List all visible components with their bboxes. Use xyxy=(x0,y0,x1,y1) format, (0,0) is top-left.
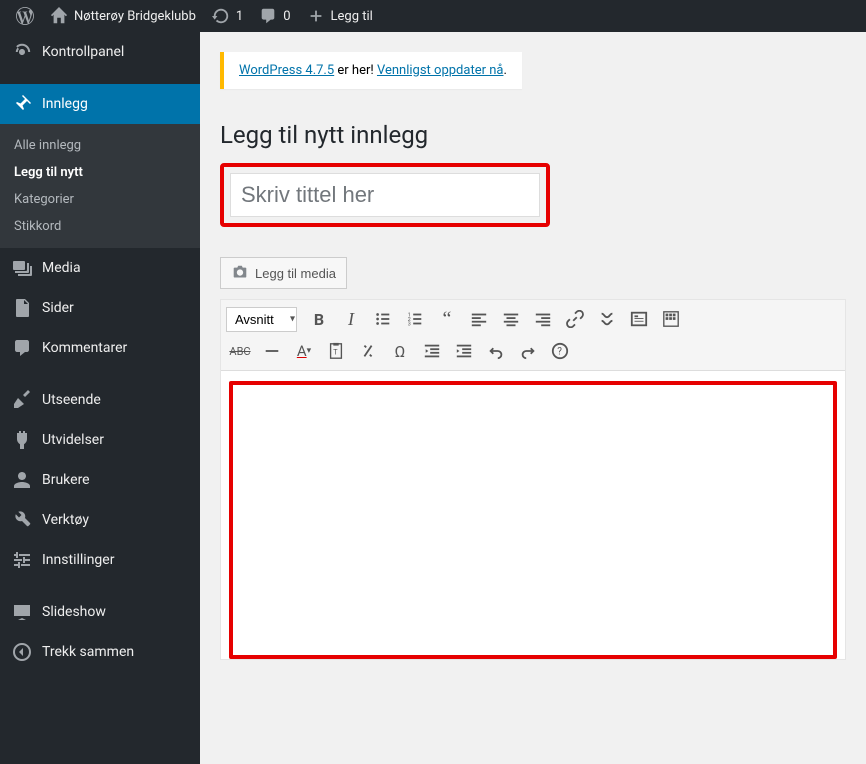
page-title: Legg til nytt innlegg xyxy=(220,121,846,149)
indent-button[interactable] xyxy=(449,336,479,366)
align-center-button[interactable] xyxy=(496,304,526,334)
bullet-list-button[interactable] xyxy=(368,304,398,334)
menu-plugins-label: Utvidelser xyxy=(42,432,104,448)
notice-period: . xyxy=(503,63,506,78)
specialchar-button[interactable]: Ω xyxy=(385,336,415,366)
sliders-icon xyxy=(12,550,32,570)
comments-count: 0 xyxy=(283,9,290,24)
menu-appearance[interactable]: Utseende xyxy=(0,380,200,420)
title-highlight-box xyxy=(220,163,550,227)
new-content[interactable]: Legg til xyxy=(299,0,381,32)
site-name: Nøtterøy Bridgeklubb xyxy=(74,9,196,24)
align-left-button[interactable] xyxy=(464,304,494,334)
menu-posts[interactable]: Innlegg xyxy=(0,84,200,124)
camera-icon xyxy=(231,264,249,282)
menu-dashboard[interactable]: Kontrollpanel xyxy=(0,32,200,72)
outdent-button[interactable] xyxy=(417,336,447,366)
submenu-all-posts[interactable]: Alle innlegg xyxy=(0,132,200,159)
post-title-input[interactable] xyxy=(230,173,540,217)
brush-icon xyxy=(12,390,32,410)
home-icon xyxy=(50,7,68,25)
strikethrough-button[interactable]: ABC xyxy=(225,336,255,366)
add-media-button[interactable]: Legg til media xyxy=(220,257,347,289)
undo-button[interactable] xyxy=(481,336,511,366)
comments[interactable]: 0 xyxy=(251,0,298,32)
textcolor-button[interactable]: A▾ xyxy=(289,336,319,366)
menu-plugins[interactable]: Utvidelser xyxy=(0,420,200,460)
menu-posts-label: Innlegg xyxy=(42,96,88,112)
page-icon xyxy=(12,298,32,318)
number-list-button[interactable]: 123 xyxy=(400,304,430,334)
slideshow-icon xyxy=(12,602,32,622)
menu-tools[interactable]: Verktøy xyxy=(0,500,200,540)
main-content: WordPress 4.7.5 er her! Vennligst oppdat… xyxy=(200,32,866,764)
menu-settings-label: Innstillinger xyxy=(42,552,114,568)
redo-button[interactable] xyxy=(513,336,543,366)
wordpress-icon xyxy=(16,7,34,25)
menu-slideshow[interactable]: Slideshow xyxy=(0,592,200,632)
submenu-add-post[interactable]: Legg til nytt xyxy=(0,159,200,186)
pin-icon xyxy=(12,94,32,114)
admin-sidebar: Kontrollpanel Innlegg Alle innlegg Legg … xyxy=(0,32,200,764)
menu-comments-label: Kommentarer xyxy=(42,340,127,356)
menu-users-label: Brukere xyxy=(42,472,90,488)
wrench-icon xyxy=(12,510,32,530)
menu-tools-label: Verktøy xyxy=(42,512,89,528)
wp-version-link[interactable]: WordPress 4.7.5 xyxy=(239,63,334,78)
bold-button[interactable]: B xyxy=(304,304,334,334)
submenu-tags[interactable]: Stikkord xyxy=(0,213,200,240)
link-button[interactable] xyxy=(560,304,590,334)
submenu-categories[interactable]: Kategorier xyxy=(0,186,200,213)
clearformat-button[interactable] xyxy=(353,336,383,366)
help-button[interactable]: ? xyxy=(545,336,575,366)
readmore-button[interactable] xyxy=(592,304,622,334)
update-now-link[interactable]: Vennligst oppdater nå xyxy=(377,63,504,78)
plugin-icon xyxy=(12,430,32,450)
add-media-label: Legg til media xyxy=(255,266,336,281)
menu-appearance-label: Utseende xyxy=(42,392,101,408)
admin-bar: Nøtterøy Bridgeklubb 1 0 Legg til xyxy=(0,0,866,32)
dashboard-icon xyxy=(12,42,32,62)
fullscreen-button[interactable] xyxy=(624,304,654,334)
menu-media-label: Media xyxy=(42,260,81,276)
menu-media[interactable]: Media xyxy=(0,248,200,288)
submenu-posts: Alle innlegg Legg til nytt Kategorier St… xyxy=(0,124,200,248)
updates-count: 1 xyxy=(236,9,243,24)
italic-button[interactable]: I xyxy=(336,304,366,334)
site-home[interactable]: Nøtterøy Bridgeklubb xyxy=(42,0,204,32)
media-icon xyxy=(12,258,32,278)
format-select[interactable]: Avsnitt xyxy=(226,307,297,332)
svg-text:?: ? xyxy=(557,347,562,358)
menu-collapse[interactable]: Trekk sammen xyxy=(0,632,200,672)
editor-toolbar: Avsnitt B I 123 “ ABC A▾ T Ω xyxy=(221,300,845,371)
update-icon xyxy=(212,7,230,25)
editor-content-area[interactable] xyxy=(229,381,837,659)
notice-text: er her! xyxy=(334,63,377,78)
plus-icon xyxy=(307,7,325,25)
wp-logo[interactable] xyxy=(8,0,42,32)
menu-pages-label: Sider xyxy=(42,300,74,316)
collapse-icon xyxy=(12,642,32,662)
quote-button[interactable]: “ xyxy=(432,304,462,334)
menu-pages[interactable]: Sider xyxy=(0,288,200,328)
menu-slideshow-label: Slideshow xyxy=(42,604,106,620)
pastetext-button[interactable]: T xyxy=(321,336,351,366)
menu-comments[interactable]: Kommentarer xyxy=(0,328,200,368)
user-icon xyxy=(12,470,32,490)
editor: Avsnitt B I 123 “ ABC A▾ T Ω xyxy=(220,299,846,660)
menu-collapse-label: Trekk sammen xyxy=(42,644,134,660)
update-notice: WordPress 4.7.5 er her! Vennligst oppdat… xyxy=(220,52,522,89)
align-right-button[interactable] xyxy=(528,304,558,334)
menu-dashboard-label: Kontrollpanel xyxy=(42,44,124,60)
svg-text:T: T xyxy=(333,348,338,357)
hr-button[interactable] xyxy=(257,336,287,366)
comment-icon xyxy=(259,7,277,25)
toolbar-toggle-button[interactable] xyxy=(656,304,686,334)
svg-text:3: 3 xyxy=(408,321,411,327)
updates[interactable]: 1 xyxy=(204,0,251,32)
new-label: Legg til xyxy=(331,9,373,24)
menu-users[interactable]: Brukere xyxy=(0,460,200,500)
menu-settings[interactable]: Innstillinger xyxy=(0,540,200,580)
comments-icon xyxy=(12,338,32,358)
